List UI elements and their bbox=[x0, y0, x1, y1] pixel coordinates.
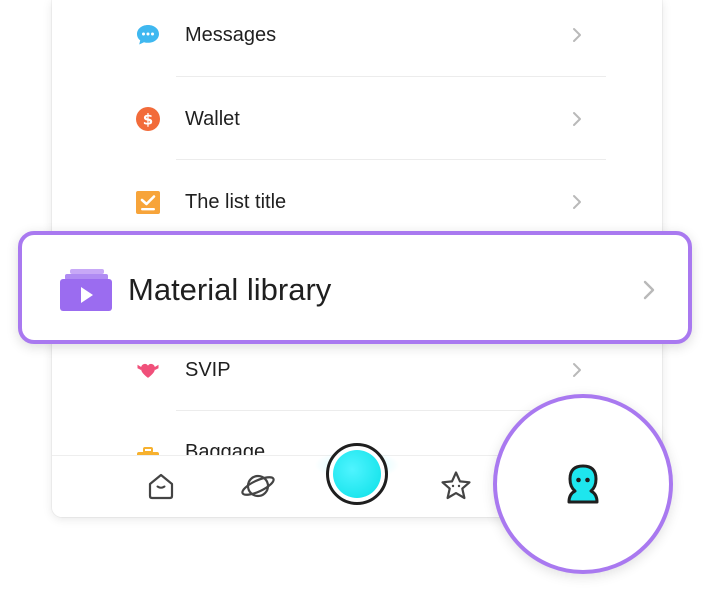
chat-bubble-icon bbox=[134, 21, 162, 49]
stage: Messages $ Wallet The list title SVIP Ba… bbox=[0, 0, 711, 591]
chevron-right-icon bbox=[568, 361, 586, 379]
tab-discover[interactable] bbox=[240, 470, 276, 506]
material-library-label: Material library bbox=[128, 272, 332, 307]
home-icon bbox=[145, 470, 177, 507]
tab-profile[interactable] bbox=[493, 394, 673, 574]
menu-item-messages[interactable]: Messages bbox=[52, 7, 662, 63]
divider bbox=[176, 159, 606, 160]
menu-item-wallet[interactable]: $ Wallet bbox=[52, 91, 662, 147]
profile-avatar-icon bbox=[559, 458, 607, 511]
star-icon bbox=[439, 469, 473, 508]
winged-heart-icon bbox=[134, 356, 162, 384]
menu-item-label: SVIP bbox=[185, 358, 231, 381]
menu-item-list-title[interactable]: The list title bbox=[52, 174, 662, 230]
checklist-icon bbox=[134, 188, 162, 216]
menu-item-svip[interactable]: SVIP bbox=[52, 342, 662, 398]
dollar-coin-icon: $ bbox=[134, 105, 162, 133]
tab-create[interactable] bbox=[326, 443, 388, 505]
chevron-right-icon bbox=[568, 26, 586, 44]
menu-item-label: Messages bbox=[185, 23, 277, 46]
chevron-right-icon bbox=[568, 110, 586, 128]
menu-item-material-library[interactable]: Material library bbox=[18, 231, 692, 344]
record-button-icon bbox=[333, 450, 381, 498]
menu-item-label: The list title bbox=[185, 190, 287, 213]
divider bbox=[176, 76, 606, 77]
chevron-right-icon bbox=[568, 193, 586, 211]
video-library-icon bbox=[60, 267, 112, 311]
tab-home[interactable] bbox=[143, 470, 179, 506]
planet-icon bbox=[240, 470, 276, 507]
menu-item-label: Wallet bbox=[185, 107, 240, 130]
tab-favorites[interactable] bbox=[438, 470, 474, 506]
svg-text:$: $ bbox=[143, 111, 153, 129]
chevron-right-icon bbox=[638, 279, 660, 301]
